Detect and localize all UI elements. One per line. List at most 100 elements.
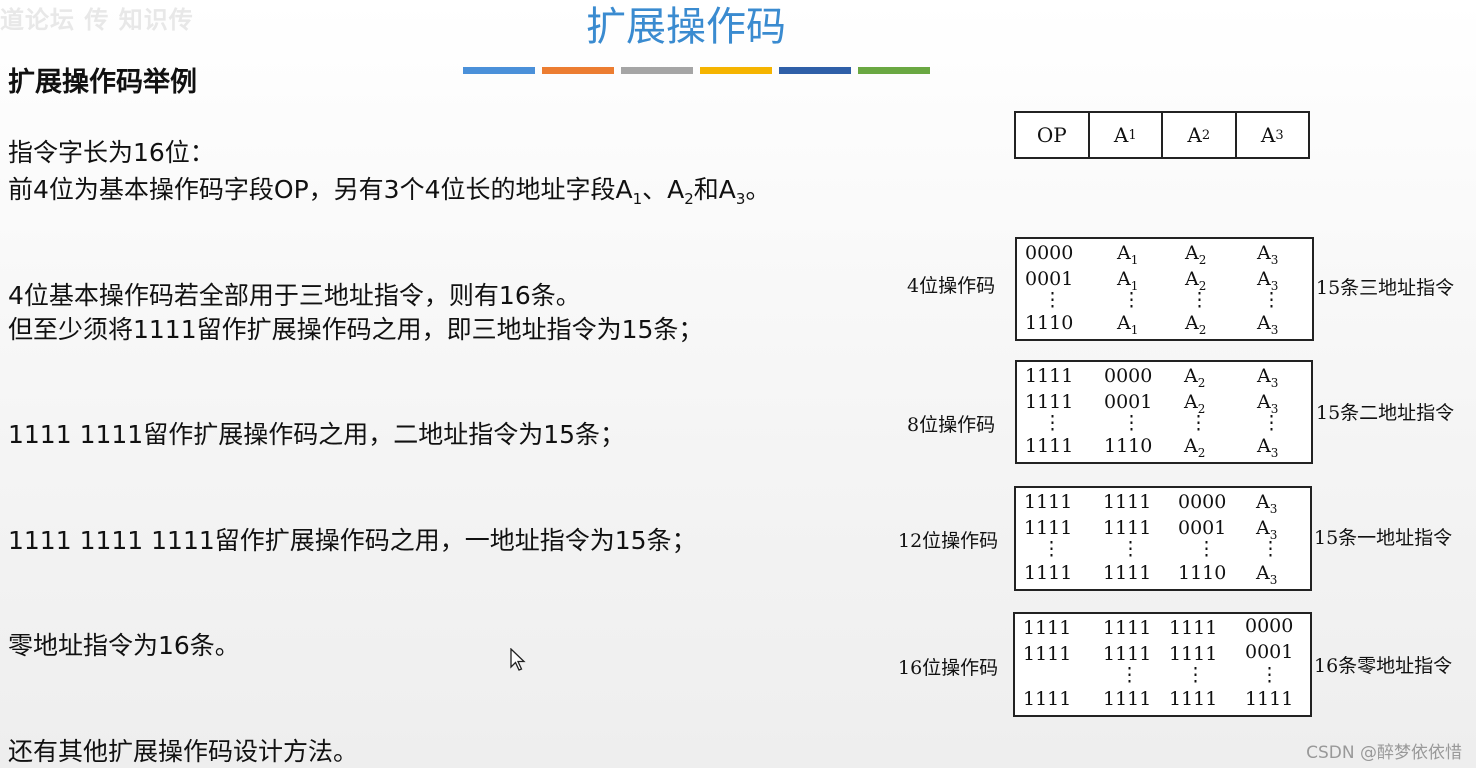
- text-line-two-address: 1111 1111留作扩展操作码之用，二地址指令为15条；: [8, 420, 626, 449]
- instruction-format-box: OP A1 A2 A3: [1014, 111, 1310, 159]
- cell-a2: A2: [1185, 242, 1206, 267]
- subscript: 2: [684, 190, 694, 208]
- cell-opcode: 1111: [1024, 491, 1073, 513]
- text-fragment: 和A: [693, 175, 736, 204]
- cell-opcode: 1111: [1169, 688, 1218, 710]
- subscript: 1: [632, 190, 643, 208]
- cell-letter: A: [1117, 242, 1131, 264]
- subscript: 3: [1269, 572, 1278, 587]
- subscript: 2: [1198, 322, 1207, 337]
- cell-letter: A: [1185, 242, 1199, 264]
- label-15-one-address: 15条一地址指令: [1314, 527, 1453, 549]
- cell-opcode: 1111: [1103, 617, 1152, 639]
- vertical-ellipsis: ⋮: [1120, 664, 1139, 686]
- cell-opcode: 1111: [1023, 617, 1072, 639]
- cell-opcode: 1111: [1169, 617, 1218, 639]
- watermark-credit: CSDN @醉梦依依惜: [1306, 743, 1462, 763]
- subscript: 2: [1197, 445, 1206, 460]
- subscript: 2: [1198, 252, 1207, 267]
- cell-a3: A3: [1256, 562, 1277, 587]
- subscript: 2: [1201, 127, 1211, 143]
- cell-letter: A: [1256, 491, 1270, 513]
- vertical-ellipsis: ⋮: [1186, 664, 1205, 686]
- cell-a3: A3: [1257, 242, 1278, 267]
- slide-title: 扩展操作码: [586, 4, 786, 50]
- label-16-zero-address: 16条零地址指令: [1314, 655, 1453, 677]
- format-a3-field: A3: [1237, 113, 1309, 157]
- vertical-ellipsis: ⋮: [1042, 538, 1061, 560]
- vertical-ellipsis: ⋮: [1122, 289, 1141, 311]
- label-15-three-address: 15条三地址指令: [1316, 277, 1455, 299]
- mouse-cursor-icon: [510, 648, 526, 671]
- section-heading: 扩展操作码举例: [8, 67, 197, 98]
- text-fragment: 前4位为基本操作码字段OP，另有3个4位长的地址字段A: [8, 175, 633, 204]
- vertical-ellipsis: ⋮: [1261, 538, 1280, 560]
- subscript: 3: [1275, 127, 1284, 143]
- color-bar-green: [858, 67, 930, 74]
- cell-opcode: 1111: [1103, 643, 1152, 665]
- cell-a2: A2: [1184, 365, 1205, 390]
- cell-letter: A: [1184, 391, 1198, 413]
- field-letter: A: [1260, 123, 1276, 147]
- opcode-table-zero-address: 1111 1111 1111 0000 1111 1111 1111 0001 …: [1013, 612, 1312, 717]
- cell-opcode: 1111: [1103, 688, 1152, 710]
- cell-letter: A: [1257, 435, 1271, 457]
- vertical-ellipsis: ⋮: [1262, 412, 1281, 434]
- vertical-ellipsis: ⋮: [1043, 289, 1062, 311]
- subscript: 3: [1270, 322, 1279, 337]
- cell-opcode: 0001: [1178, 517, 1227, 539]
- cell-opcode: 1110: [1025, 312, 1074, 334]
- cell-opcode: 1111: [1023, 688, 1072, 710]
- vertical-ellipsis: ⋮: [1122, 412, 1141, 434]
- cell-opcode: 1111: [1103, 562, 1152, 584]
- cell-opcode: 1110: [1178, 562, 1227, 584]
- cell-a3: A3: [1257, 312, 1278, 337]
- format-op-field: OP: [1016, 113, 1090, 157]
- cell-a2: A2: [1185, 312, 1206, 337]
- cell-opcode: 1111: [1169, 643, 1218, 665]
- cell-letter: A: [1257, 365, 1271, 387]
- cell-opcode: 1111: [1024, 562, 1073, 584]
- cell-opcode: 1111: [1025, 435, 1074, 457]
- format-a2-field: A2: [1163, 113, 1237, 157]
- text-fragment: 。: [745, 175, 771, 204]
- cell-a3: A3: [1257, 435, 1278, 460]
- cell-opcode: 0001: [1104, 391, 1153, 413]
- cell-opcode: 0000: [1104, 365, 1153, 387]
- color-bar-yellow: [700, 67, 772, 74]
- text-line-three-address-16: 4位基本操作码若全部用于三地址指令，则有16条。: [8, 281, 581, 310]
- cell-opcode: 0000: [1178, 491, 1227, 513]
- opcode-table-one-address: 1111 1111 0000 A3 1111 1111 0001 A3 ⋮ ⋮ …: [1014, 486, 1312, 591]
- vertical-ellipsis: ⋮: [1043, 412, 1062, 434]
- field-letter: A: [1187, 123, 1202, 147]
- cell-opcode: 0001: [1025, 268, 1074, 290]
- vertical-ellipsis: ⋮: [1121, 538, 1140, 560]
- cell-opcode: 1111: [1103, 491, 1152, 513]
- subscript: 3: [735, 190, 746, 208]
- subscript: 1: [1128, 127, 1137, 143]
- color-bar-darkblue: [779, 67, 851, 74]
- cell-letter: A: [1257, 391, 1271, 413]
- text-line-word-length: 指令字长为16位：: [8, 138, 215, 167]
- cell-letter: A: [1257, 268, 1271, 290]
- cell-letter: A: [1117, 268, 1131, 290]
- format-a1-field: A1: [1090, 113, 1163, 157]
- cell-a2: A2: [1184, 435, 1205, 460]
- text-line-three-address-15: 但至少须将1111留作扩展操作码之用，即三地址指令为15条；: [8, 315, 704, 344]
- cell-a1: A1: [1117, 242, 1138, 267]
- label-16bit-opcode: 16位操作码: [898, 657, 999, 679]
- cell-letter: A: [1257, 242, 1271, 264]
- subscript: 3: [1270, 445, 1279, 460]
- subscript: 1: [1130, 252, 1139, 267]
- opcode-table-two-address: 1111 0000 A2 A3 1111 0001 A2 A3 ⋮ ⋮ ⋮ ⋮ …: [1015, 360, 1313, 464]
- cell-opcode: 1111: [1103, 517, 1152, 539]
- cell-opcode: 0000: [1245, 615, 1294, 637]
- cell-letter: A: [1256, 562, 1270, 584]
- color-bar-gray: [621, 67, 693, 74]
- cell-a3: A3: [1257, 365, 1278, 390]
- cell-opcode: 1110: [1104, 435, 1153, 457]
- text-line-op-fields: 前4位为基本操作码字段OP，另有3个4位长的地址字段A1、A2和A3。: [8, 170, 770, 208]
- vertical-ellipsis: ⋮: [1262, 289, 1281, 311]
- cell-opcode: 0001: [1245, 641, 1294, 663]
- label-4bit-opcode: 4位操作码: [907, 275, 996, 297]
